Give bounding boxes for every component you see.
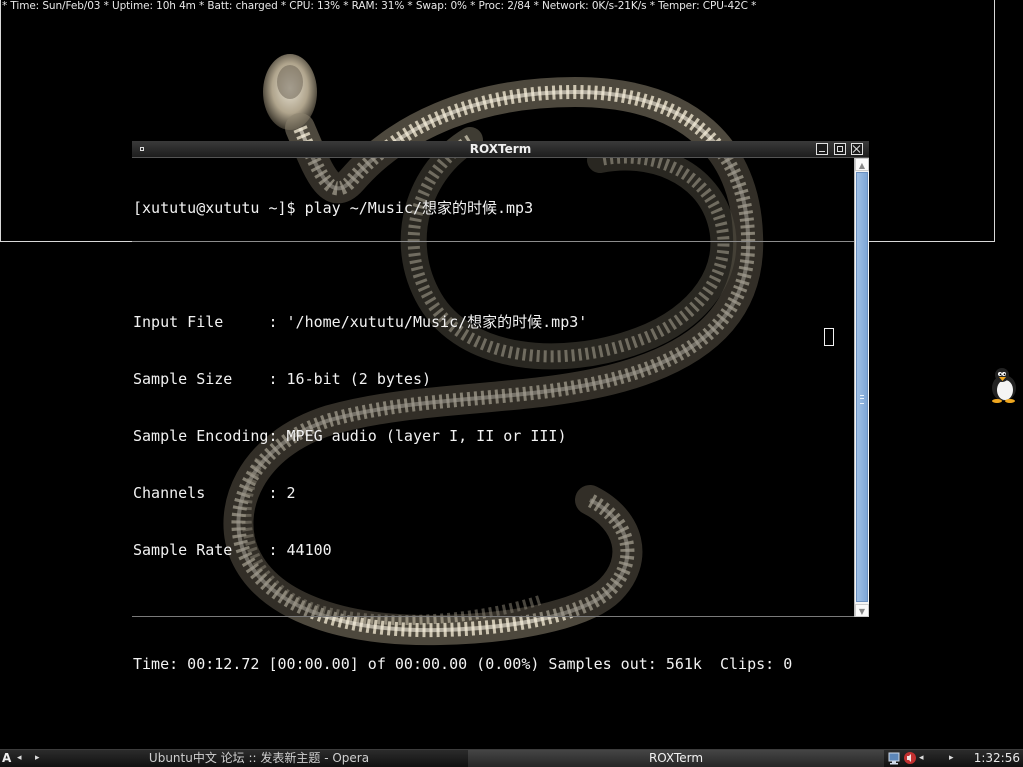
terminal-cursor <box>824 328 834 346</box>
media-previous-icon[interactable]: ◂ <box>919 751 933 765</box>
terminal-line: Sample Rate : 44100 <box>133 541 332 559</box>
system-status-text: * Time: Sun/Feb/03 * Uptime: 10h 4m * Ba… <box>2 0 757 12</box>
terminal-line: Input File : '/home/xututu/Music/想家的时候.m… <box>133 313 588 331</box>
scrollbar-grip-icon <box>860 395 864 404</box>
system-tray: ◂ ▸ 1:32:56 <box>886 750 1023 767</box>
previous-desktop-icon[interactable]: ◂ <box>17 751 22 765</box>
close-button[interactable] <box>851 143 863 155</box>
taskbar-item-opera[interactable]: Ubuntu中文 论坛 :: 发表新主题 - Opera <box>52 750 466 767</box>
terminal-line: Sample Encoding: MPEG audio (layer I, II… <box>133 427 567 445</box>
terminal-line: Channels : 2 <box>133 484 296 502</box>
taskbar-item-roxterm[interactable]: ROXTerm <box>468 750 884 767</box>
desktop-pager-label[interactable]: A <box>2 751 11 765</box>
vertical-scrollbar[interactable]: ▲ ▼ <box>854 158 869 617</box>
terminal-line: Time: 00:12.72 [00:00.00] of 00:00.00 (0… <box>133 655 793 673</box>
volume-icon[interactable] <box>903 751 917 765</box>
maximize-button[interactable] <box>834 143 846 155</box>
terminal-line: [xututu@xututu ~]$ play ~/Music/想家的时候.mp… <box>133 199 534 217</box>
scrollbar-thumb[interactable] <box>856 172 868 602</box>
scroll-up-arrow-icon[interactable]: ▲ <box>855 158 869 171</box>
window-titlebar[interactable]: ROXTerm <box>132 141 869 158</box>
minimize-button[interactable] <box>816 143 828 155</box>
clock[interactable]: 1:32:56 <box>972 750 1020 767</box>
roxterm-window[interactable]: ROXTerm [xututu@xututu ~]$ play ~/Music/… <box>132 141 869 673</box>
next-desktop-icon[interactable]: ▸ <box>35 751 40 765</box>
penguin-icon[interactable] <box>988 367 1020 403</box>
media-next-icon[interactable]: ▸ <box>949 751 963 765</box>
terminal-text-area[interactable]: [xututu@xututu ~]$ play ~/Music/想家的时候.mp… <box>132 158 854 673</box>
taskbar: A ◂ ▸ Ubuntu中文 论坛 :: 发表新主题 - Opera ROXTe… <box>0 749 1023 767</box>
desktop: * Time: Sun/Feb/03 * Uptime: 10h 4m * Ba… <box>0 0 1023 767</box>
window-title: ROXTerm <box>469 142 532 156</box>
scroll-down-arrow-icon[interactable]: ▼ <box>855 604 869 617</box>
terminal-line: Sample Size : 16-bit (2 bytes) <box>133 370 432 388</box>
network-icon[interactable] <box>888 751 902 765</box>
terminal-output: [xututu@xututu ~]$ play ~/Music/想家的时候.mp… <box>133 161 792 712</box>
